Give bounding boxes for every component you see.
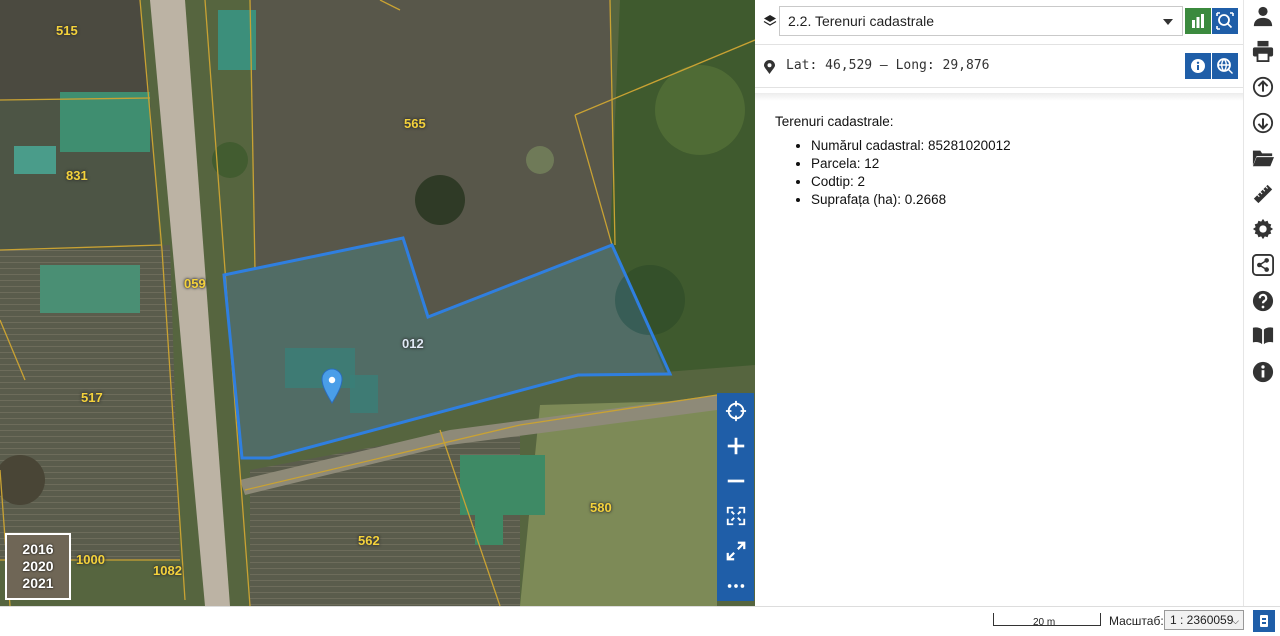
map-controls bbox=[717, 393, 754, 601]
scale-label: Масштаб: bbox=[1109, 614, 1164, 628]
share-icon bbox=[1252, 254, 1274, 276]
attribute-item: Numărul cadastral: 85281020012 bbox=[811, 137, 1011, 155]
map-view[interactable]: 515 565 831 059 012 517 580 562 1000 108… bbox=[0, 0, 755, 606]
status-bar: 20 m Масштаб: 1 : 2360059 ⌵ bbox=[0, 606, 1280, 634]
legend-button[interactable] bbox=[1253, 610, 1275, 632]
parcel-label: 012 bbox=[402, 336, 424, 351]
identify-button[interactable] bbox=[1185, 53, 1211, 79]
attribute-item: Parcela: 12 bbox=[811, 155, 1011, 173]
open-button[interactable] bbox=[1252, 147, 1274, 169]
select-area-button[interactable] bbox=[1212, 8, 1238, 34]
year-option[interactable]: 2020 bbox=[22, 558, 53, 575]
parcel-label: 565 bbox=[404, 116, 426, 131]
download-button[interactable] bbox=[1252, 112, 1274, 134]
expand-button[interactable] bbox=[717, 533, 754, 568]
parcel-label: 831 bbox=[66, 168, 88, 183]
attribute-item: Suprafața (ha): 0.2668 bbox=[811, 191, 1011, 209]
attribute-list: Numărul cadastral: 85281020012 Parcela: … bbox=[775, 137, 1011, 209]
about-button[interactable] bbox=[1252, 361, 1274, 383]
scale-select-value: 1 : 2360059 bbox=[1170, 613, 1234, 627]
parcel-label: 517 bbox=[81, 390, 103, 405]
coordinates-text: Lat: 46,529 – Long: 29,876 bbox=[786, 58, 990, 73]
upload-button[interactable] bbox=[1252, 76, 1274, 98]
search-location-button[interactable] bbox=[1212, 53, 1238, 79]
print-icon bbox=[1252, 40, 1274, 62]
settings-button[interactable] bbox=[1252, 218, 1274, 240]
user-icon bbox=[1253, 6, 1273, 27]
aerial-imagery bbox=[0, 0, 755, 606]
user-button[interactable] bbox=[1252, 5, 1274, 27]
layer-select-value: 2.2. Terenuri cadastrale bbox=[788, 13, 935, 29]
feature-title: Terenuri cadastrale: bbox=[775, 114, 894, 129]
right-toolbar bbox=[1243, 0, 1280, 606]
measure-button[interactable] bbox=[1252, 183, 1274, 205]
zoom-out-icon bbox=[727, 479, 744, 482]
guide-button[interactable] bbox=[1252, 325, 1274, 347]
help-icon bbox=[1252, 290, 1274, 312]
parcel-label: 1000 bbox=[76, 552, 105, 567]
gear-icon bbox=[1252, 218, 1274, 240]
fullscreen-icon bbox=[726, 506, 745, 525]
parcel-label: 059 bbox=[184, 276, 206, 291]
info-icon bbox=[1252, 361, 1274, 383]
chevron-down-icon bbox=[1163, 19, 1173, 25]
zoom-extent-button[interactable] bbox=[717, 498, 754, 533]
zoom-out-button[interactable] bbox=[717, 463, 754, 498]
chevron-down-icon: ⌵ bbox=[1232, 616, 1239, 626]
help-button[interactable] bbox=[1252, 290, 1274, 312]
bar-chart-icon bbox=[1192, 14, 1204, 28]
upload-icon bbox=[1252, 76, 1274, 98]
parcel-label: 562 bbox=[358, 533, 380, 548]
scale-select[interactable]: 1 : 2360059 ⌵ bbox=[1164, 610, 1244, 630]
year-option[interactable]: 2016 bbox=[22, 541, 53, 558]
layers-info-icon bbox=[1260, 615, 1268, 627]
search-globe-icon bbox=[1217, 58, 1233, 74]
zoom-in-icon bbox=[727, 437, 744, 454]
parcel-label: 580 bbox=[590, 500, 612, 515]
print-button[interactable] bbox=[1252, 40, 1274, 62]
download-icon bbox=[1252, 112, 1274, 134]
zoom-in-button[interactable] bbox=[717, 428, 754, 463]
parcel-label: 1082 bbox=[153, 563, 182, 578]
coordinates-row: Lat: 46,529 – Long: 29,876 bbox=[755, 45, 1243, 88]
imagery-year-switcher[interactable]: 2016 2020 2021 bbox=[5, 533, 71, 600]
folder-icon bbox=[1252, 150, 1274, 167]
pin-icon bbox=[764, 60, 775, 74]
expand-icon bbox=[726, 541, 745, 560]
layer-row: 2.2. Terenuri cadastrale bbox=[755, 0, 1243, 45]
panel-divider bbox=[755, 93, 1243, 101]
ruler-icon bbox=[1253, 184, 1273, 204]
locate-icon bbox=[725, 400, 746, 421]
parcel-label: 515 bbox=[56, 23, 78, 38]
share-button[interactable] bbox=[1252, 254, 1274, 276]
layers-icon bbox=[763, 15, 777, 26]
locate-button[interactable] bbox=[717, 393, 754, 428]
chart-button[interactable] bbox=[1185, 8, 1211, 34]
book-icon bbox=[1252, 327, 1274, 345]
select-area-icon bbox=[1216, 12, 1234, 30]
more-icon bbox=[727, 583, 744, 588]
scale-bar-label: 20 m bbox=[1033, 617, 1056, 628]
feature-info: Terenuri cadastrale: Numărul cadastral: … bbox=[775, 114, 1011, 209]
info-panel: 2.2. Terenuri cadastrale Lat: 46,529 – L… bbox=[755, 0, 1243, 606]
info-icon bbox=[1191, 59, 1205, 73]
layer-select[interactable]: 2.2. Terenuri cadastrale bbox=[779, 6, 1183, 36]
year-option[interactable]: 2021 bbox=[22, 575, 53, 592]
attribute-item: Codtip: 2 bbox=[811, 173, 1011, 191]
more-button[interactable] bbox=[717, 568, 754, 603]
